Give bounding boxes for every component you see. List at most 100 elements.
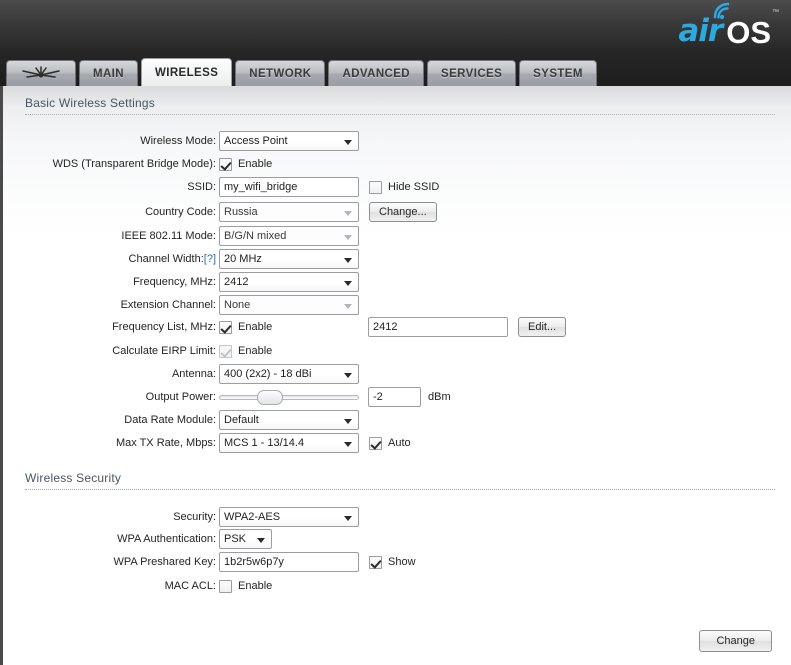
max-tx-rate-select[interactable]: MCS 1 - 13/14.4 [219,433,359,453]
row-data-rate-module: Data Rate Module: Default [3,410,791,430]
frequency-select[interactable]: 2412 [219,272,359,292]
channel-width-select[interactable]: 20 MHz [219,249,359,269]
row-output-power: Output Power: -2 dBm [3,387,791,407]
mac-acl-enable-label: Enable [238,580,272,592]
chevron-down-icon [344,516,352,521]
chevron-down-icon [344,140,352,145]
label-security: Security: [3,507,216,527]
output-power-slider[interactable] [219,387,359,407]
chevron-down-icon [344,419,352,424]
antenna-select[interactable]: 400 (2x2) - 18 dBi [219,364,359,384]
label-ieee-mode: IEEE 802.11 Mode: [3,226,216,246]
footer-actions: Change [699,630,772,652]
frequency-list-value: 2412 [373,318,397,336]
extension-channel-select[interactable]: None [219,295,359,315]
tab-advanced-label: ADVANCED [342,68,410,80]
show-key-label: Show [388,556,416,568]
hide-ssid-label: Hide SSID [388,181,439,193]
change-button-label: Change [716,635,755,647]
ubiquiti-starburst-icon [19,66,63,82]
output-power-slider-track[interactable] [219,395,359,400]
wds-enable-label: Enable [238,158,272,170]
chevron-down-icon [257,538,265,543]
frequency-list-enable-checkbox[interactable] [219,321,232,334]
label-output-power: Output Power: [3,387,216,407]
row-channel-width: Channel Width:[?] 20 MHz [3,249,791,269]
row-frequency-list: Frequency List, MHz: Enable 2412 Edit... [3,317,791,337]
row-wpa-preshared-key: WPA Preshared Key: 1b2r5w6p7y Show [3,552,791,572]
eirp-enable-checkbox [219,345,232,358]
chevron-down-icon [344,211,352,216]
security-value: WPA2-AES [224,511,280,523]
content-panel: Basic Wireless Settings Wireless Mode: A… [0,86,791,665]
tab-services[interactable]: SERVICES [427,60,516,86]
change-button[interactable]: Change [699,630,772,652]
country-code-value: Russia [224,206,258,218]
row-wireless-mode: Wireless Mode: Access Point [3,131,791,151]
label-max-tx-rate: Max TX Rate, Mbps: [3,433,216,453]
section-title-wireless-security: Wireless Security [25,471,121,485]
tab-advanced[interactable]: ADVANCED [328,60,424,86]
label-ssid: SSID: [3,177,216,197]
ieee-mode-select[interactable]: B/G/N mixed [219,226,359,246]
label-data-rate-module: Data Rate Module: [3,410,216,430]
wireless-mode-value: Access Point [224,135,288,147]
logo-os-text: OS [726,17,771,48]
row-mac-acl: MAC ACL: Enable [3,576,791,596]
row-ieee-mode: IEEE 802.11 Mode: B/G/N mixed [3,226,791,246]
airos-wireless-page: air OS ™ [0,0,791,665]
eirp-enable-label: Enable [238,345,272,357]
country-code-select[interactable]: Russia [219,202,359,222]
label-frequency-list: Frequency List, MHz: [3,317,216,337]
chevron-down-icon [344,258,352,263]
frequency-list-edit-button[interactable]: Edit... [518,317,566,337]
frequency-list-input[interactable]: 2412 [368,317,508,337]
show-key-checkbox[interactable] [369,556,382,569]
mac-acl-enable-checkbox[interactable] [219,580,232,593]
output-power-input[interactable]: -2 [368,387,421,407]
max-tx-rate-value: MCS 1 - 13/14.4 [224,437,304,449]
tab-network[interactable]: NETWORK [235,60,325,86]
max-tx-rate-auto-checkbox[interactable] [369,437,382,450]
chevron-down-icon [344,235,352,240]
row-max-tx-rate: Max TX Rate, Mbps: MCS 1 - 13/14.4 Auto [3,433,791,453]
tab-system-label: SYSTEM [533,68,583,80]
frequency-value: 2412 [224,276,248,288]
hide-ssid-checkbox[interactable] [369,181,382,194]
label-channel-width: Channel Width:[?] [3,249,216,269]
tab-services-label: SERVICES [441,68,502,80]
channel-width-help-link[interactable]: [?] [204,253,216,265]
ssid-input[interactable]: my_wifi_bridge [219,177,359,197]
wpa-authentication-select[interactable]: PSK [219,529,272,549]
row-wpa-authentication: WPA Authentication: PSK [3,529,791,549]
label-extension-channel: Extension Channel: [3,295,216,315]
antenna-value: 400 (2x2) - 18 dBi [224,368,311,380]
output-power-slider-thumb[interactable] [257,390,283,405]
frequency-list-edit-label: Edit... [528,321,556,333]
country-code-change-button[interactable]: Change... [369,202,437,222]
wpa-preshared-key-input[interactable]: 1b2r5w6p7y [219,552,359,572]
tab-wireless-label: WIRELESS [155,67,218,79]
tab-wireless[interactable]: WIRELESS [141,58,232,86]
row-eirp-limit: Calculate EIRP Limit: Enable [3,341,791,361]
data-rate-module-select[interactable]: Default [219,410,359,430]
airos-logo: air OS ™ [678,4,779,48]
tab-system[interactable]: SYSTEM [519,60,597,86]
tab-network-label: NETWORK [249,68,311,80]
tab-main-label: MAIN [93,68,124,80]
row-ssid: SSID: my_wifi_bridge Hide SSID [3,177,791,197]
wireless-mode-select[interactable]: Access Point [219,131,359,151]
label-eirp-limit: Calculate EIRP Limit: [3,341,216,361]
row-security: Security: WPA2-AES [3,507,791,527]
wds-enable-checkbox[interactable] [219,158,232,171]
tab-home-logo[interactable] [6,60,76,86]
security-select[interactable]: WPA2-AES [219,507,359,527]
section-divider-security [25,489,775,490]
label-frequency: Frequency, MHz: [3,272,216,292]
chevron-down-icon [344,281,352,286]
chevron-down-icon [344,304,352,309]
app-header: air OS ™ [0,0,791,52]
logo-air-text: air [678,16,722,47]
tab-main[interactable]: MAIN [79,60,138,86]
label-wireless-mode: Wireless Mode: [3,131,216,151]
